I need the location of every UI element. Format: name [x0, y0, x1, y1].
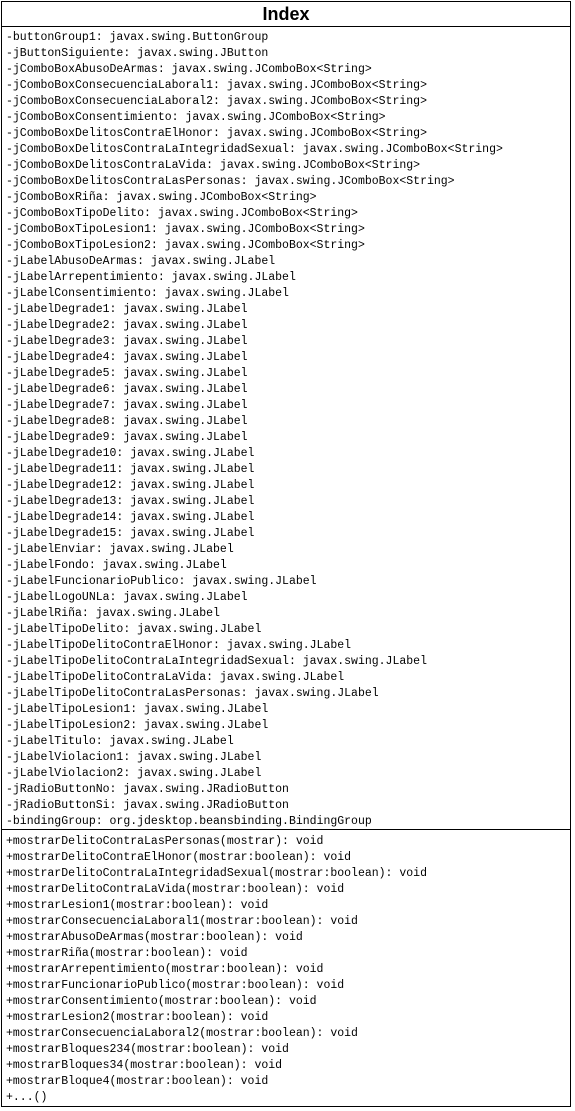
attribute-row: -jComboBoxTipoDelito: javax.swing.JCombo…: [6, 207, 358, 220]
attribute-row: -jComboBoxTipoLesion1: javax.swing.JComb…: [6, 223, 365, 236]
attribute-row: -jLabelRiña: javax.swing.JLabel: [6, 607, 220, 620]
attribute-row: -jLabelTipoLesion2: javax.swing.JLabel: [6, 719, 269, 732]
attribute-row: -jComboBoxConsentimiento: javax.swing.JC…: [6, 111, 386, 124]
attribute-row: -jComboBoxDelitosContraLaIntegridadSexua…: [6, 143, 503, 156]
attribute-row: -jLabelTipoDelito: javax.swing.JLabel: [6, 623, 262, 636]
operations-compartment: +mostrarDelitoContraLasPersonas(mostrar)…: [2, 830, 570, 1106]
attribute-row: -jLabelDegrade13: javax.swing.JLabel: [6, 495, 255, 508]
attribute-row: -jLabelConsentimiento: javax.swing.JLabe…: [6, 287, 289, 300]
attribute-row: -jComboBoxAbusoDeArmas: javax.swing.JCom…: [6, 63, 372, 76]
operation-row: +mostrarBloque4(mostrar:boolean): void: [6, 1075, 269, 1088]
attribute-row: -jLabelTipoDelitoContraElHonor: javax.sw…: [6, 639, 352, 652]
attribute-row: -jLabelArrepentimiento: javax.swing.JLab…: [6, 271, 296, 284]
attribute-row: -jComboBoxConsecuenciaLaboral1: javax.sw…: [6, 79, 427, 92]
attribute-row: -jLabelDegrade14: javax.swing.JLabel: [6, 511, 255, 524]
attribute-row: -jLabelDegrade5: javax.swing.JLabel: [6, 367, 248, 380]
operation-row: +mostrarDelitoContraLaIntegridadSexual(m…: [6, 867, 427, 880]
attribute-row: -buttonGroup1: javax.swing.ButtonGroup: [6, 31, 269, 44]
attribute-row: -jRadioButtonSi: javax.swing.JRadioButto…: [6, 799, 289, 812]
attribute-row: -jComboBoxConsecuenciaLaboral2: javax.sw…: [6, 95, 427, 108]
attribute-row: -jLabelDegrade6: javax.swing.JLabel: [6, 383, 248, 396]
attribute-row: -jComboBoxDelitosContraElHonor: javax.sw…: [6, 127, 427, 140]
attribute-row: -jComboBoxDelitosContraLaVida: javax.swi…: [6, 159, 421, 172]
attribute-row: -jLabelFuncionarioPublico: javax.swing.J…: [6, 575, 317, 588]
attribute-row: -jComboBoxRiña: javax.swing.JComboBox<St…: [6, 191, 317, 204]
attribute-row: -jLabelDegrade3: javax.swing.JLabel: [6, 335, 248, 348]
attribute-row: -jComboBoxTipoLesion2: javax.swing.JComb…: [6, 239, 365, 252]
operation-row: +mostrarRiña(mostrar:boolean): void: [6, 947, 248, 960]
attribute-row: -jLabelViolacion1: javax.swing.JLabel: [6, 751, 262, 764]
attribute-row: -jComboBoxDelitosContraLasPersonas: java…: [6, 175, 455, 188]
attribute-row: -jLabelDegrade9: javax.swing.JLabel: [6, 431, 248, 444]
attribute-row: -jLabelTipoLesion1: javax.swing.JLabel: [6, 703, 269, 716]
attribute-row: -jLabelTipoDelitoContraLaIntegridadSexua…: [6, 655, 427, 668]
attribute-row: -jLabelDegrade1: javax.swing.JLabel: [6, 303, 248, 316]
attribute-row: -jLabelAbusoDeArmas: javax.swing.JLabel: [6, 255, 276, 268]
operation-row: +mostrarDelitoContraLaVida(mostrar:boole…: [6, 883, 345, 896]
attribute-row: -jLabelDegrade12: javax.swing.JLabel: [6, 479, 255, 492]
attribute-row: -jLabelEnviar: javax.swing.JLabel: [6, 543, 234, 556]
attribute-row: -jLabelTitulo: javax.swing.JLabel: [6, 735, 234, 748]
operation-row: +mostrarDelitoContraLasPersonas(mostrar)…: [6, 835, 324, 848]
operation-row: +mostrarFuncionarioPublico(mostrar:boole…: [6, 979, 345, 992]
attribute-row: -jLabelDegrade2: javax.swing.JLabel: [6, 319, 248, 332]
attribute-row: -jLabelDegrade4: javax.swing.JLabel: [6, 351, 248, 364]
uml-class-box: Index -buttonGroup1: javax.swing.ButtonG…: [1, 1, 571, 1107]
attribute-row: -jLabelDegrade8: javax.swing.JLabel: [6, 415, 248, 428]
operation-row: +mostrarConsecuenciaLaboral1(mostrar:boo…: [6, 915, 358, 928]
attribute-row: -jLabelDegrade7: javax.swing.JLabel: [6, 399, 248, 412]
attributes-compartment: -buttonGroup1: javax.swing.ButtonGroup -j…: [2, 27, 570, 830]
operation-row: +mostrarDelitoContraElHonor(mostrar:bool…: [6, 851, 352, 864]
attribute-row: -jButtonSiguiente: javax.swing.JButton: [6, 47, 269, 60]
operation-row: +mostrarBloques34(mostrar:boolean): void: [6, 1059, 283, 1072]
attribute-row: -jLabelDegrade11: javax.swing.JLabel: [6, 463, 255, 476]
attribute-row: -jLabelTipoDelitoContraLaVida: javax.swi…: [6, 671, 345, 684]
attribute-row: -jLabelDegrade10: javax.swing.JLabel: [6, 447, 255, 460]
attribute-row: -jLabelDegrade15: javax.swing.JLabel: [6, 527, 255, 540]
attribute-row: -jLabelFondo: javax.swing.JLabel: [6, 559, 227, 572]
operation-row: +mostrarArrepentimiento(mostrar:boolean)…: [6, 963, 324, 976]
operation-row: +mostrarBloques234(mostrar:boolean): voi…: [6, 1043, 289, 1056]
operation-row: +mostrarLesion1(mostrar:boolean): void: [6, 899, 269, 912]
operation-row: +...(): [6, 1091, 48, 1104]
class-name: Index: [2, 2, 570, 27]
operation-row: +mostrarAbusoDeArmas(mostrar:boolean): v…: [6, 931, 303, 944]
attribute-row: -jLabelLogoUNLa: javax.swing.JLabel: [6, 591, 248, 604]
operation-row: +mostrarConsentimiento(mostrar:boolean):…: [6, 995, 317, 1008]
attribute-row: -jLabelTipoDelitoContraLasPersonas: java…: [6, 687, 379, 700]
attribute-row: -jLabelViolacion2: javax.swing.JLabel: [6, 767, 262, 780]
operation-row: +mostrarLesion2(mostrar:boolean): void: [6, 1011, 269, 1024]
attribute-row: -bindingGroup: org.jdesktop.beansbinding…: [6, 815, 372, 828]
operation-row: +mostrarConsecuenciaLaboral2(mostrar:boo…: [6, 1027, 358, 1040]
attribute-row: -jRadioButtonNo: javax.swing.JRadioButto…: [6, 783, 289, 796]
